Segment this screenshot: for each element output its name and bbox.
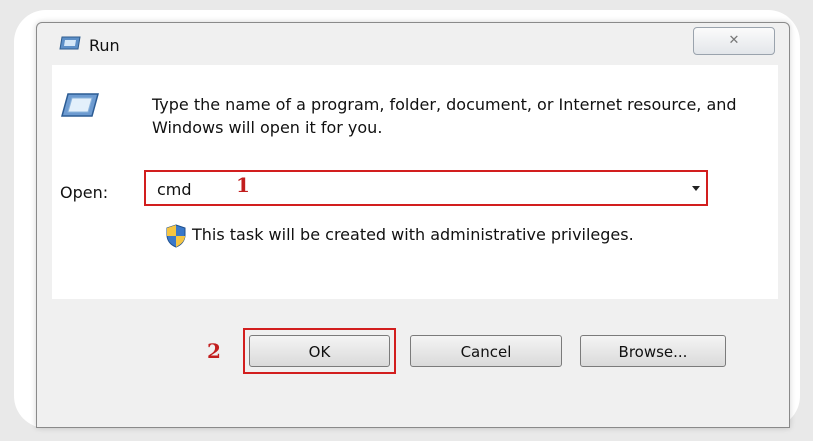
step-1-marker: 1 bbox=[236, 173, 250, 197]
open-combobox[interactable]: cmd bbox=[144, 170, 708, 206]
close-button[interactable]: ✕ bbox=[693, 27, 775, 55]
step-2-marker: 2 bbox=[207, 339, 221, 363]
open-input-value[interactable]: cmd bbox=[157, 180, 192, 199]
dropdown-arrow-icon[interactable] bbox=[692, 186, 700, 191]
open-label: Open: bbox=[60, 183, 109, 202]
program-icon bbox=[61, 93, 99, 117]
window-title: Run bbox=[89, 36, 120, 55]
close-icon: ✕ bbox=[728, 33, 740, 48]
browse-button[interactable]: Browse... bbox=[580, 335, 726, 367]
run-icon bbox=[59, 36, 81, 50]
uac-shield-icon bbox=[166, 224, 186, 248]
cancel-button[interactable]: Cancel bbox=[410, 335, 562, 367]
admin-privileges-note: This task will be created with administr… bbox=[192, 225, 634, 244]
run-dialog: Run ✕ Type the name of a program, folder… bbox=[36, 22, 790, 428]
ok-button[interactable]: OK bbox=[249, 335, 390, 367]
dialog-description: Type the name of a program, folder, docu… bbox=[152, 95, 737, 137]
title-bar: Run ✕ bbox=[37, 23, 789, 59]
